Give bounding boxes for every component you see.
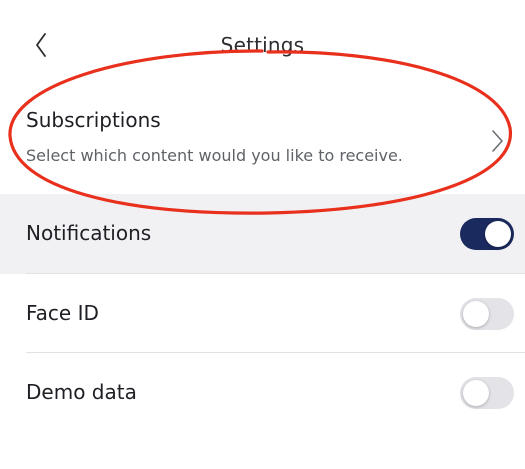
header: Settings xyxy=(0,0,525,90)
face-id-toggle[interactable] xyxy=(460,298,514,330)
settings-row-face-id: Face ID xyxy=(0,274,525,354)
page-title: Settings xyxy=(220,33,305,57)
settings-row-notifications: Notifications xyxy=(0,194,525,274)
settings-screen: Settings Subscriptions Select which cont… xyxy=(0,0,525,469)
toggle-knob xyxy=(463,301,489,327)
settings-row-demo-data: Demo data xyxy=(0,353,525,433)
demo-data-toggle[interactable] xyxy=(460,377,514,409)
toggle-knob xyxy=(485,221,511,247)
subscriptions-description: Select which content would you like to r… xyxy=(26,146,403,165)
subscriptions-row[interactable]: Subscriptions Select which content would… xyxy=(0,96,525,192)
notifications-toggle[interactable] xyxy=(460,218,514,250)
chevron-right-icon xyxy=(492,130,503,152)
demo-data-label: Demo data xyxy=(26,380,137,404)
notifications-label: Notifications xyxy=(26,221,152,245)
subscriptions-title: Subscriptions xyxy=(26,108,161,132)
toggle-knob xyxy=(463,380,489,406)
face-id-label: Face ID xyxy=(26,301,99,325)
